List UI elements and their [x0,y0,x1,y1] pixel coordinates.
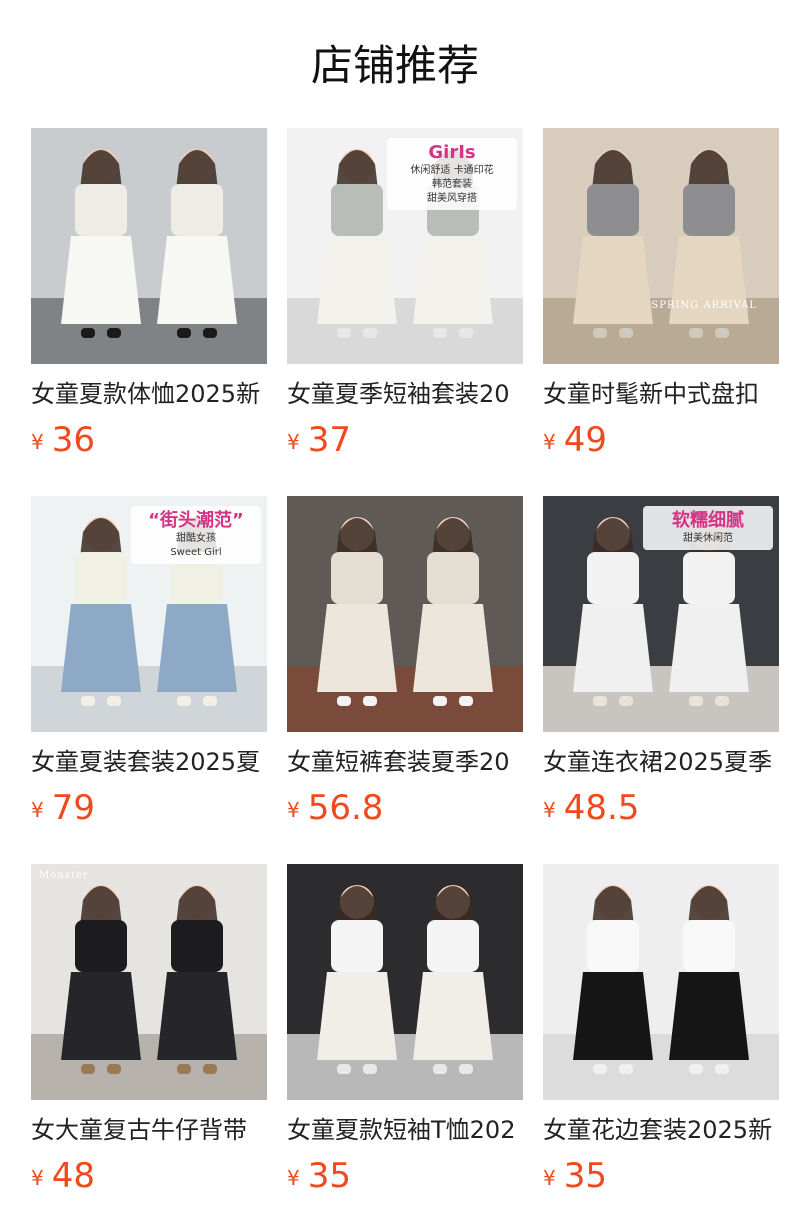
price-value: 35 [307,1156,351,1196]
currency-symbol: ¥ [543,430,556,454]
product-card[interactable]: SPRING ARRIVAL 女童时髦新中式盘扣 ¥49 [543,128,779,466]
product-price: ¥36 [31,420,267,466]
price-value: 79 [51,788,95,828]
product-price: ¥37 [287,420,523,466]
product-image[interactable]: SPRING ARRIVAL [543,128,779,364]
product-name[interactable]: 女童夏款体恤2025新 [31,378,267,410]
product-price: ¥35 [287,1156,523,1202]
currency-symbol: ¥ [287,1166,300,1190]
product-grid: 女童夏款体恤2025新 ¥36 GirIs 休闲舒适 卡通印花 韩范套装 甜美风穿搭 女童夏… [31,128,790,1218]
currency-symbol: ¥ [543,798,556,822]
product-card[interactable]: 女童短裤套装夏季20 ¥56.8 [287,496,523,834]
promo-banner: GirIs 休闲舒适 卡通印花 韩范套装甜美风穿搭 [387,138,517,210]
product-image[interactable] [31,128,267,364]
product-price: ¥56.8 [287,788,523,834]
price-value: 36 [51,420,95,460]
product-price: ¥48 [31,1156,267,1202]
product-name[interactable]: 女童夏款短袖T恤202 [287,1114,523,1146]
product-name[interactable]: 女童短裤套装夏季20 [287,746,523,778]
image-overlay-text: SPRING ARRIVAL [651,300,757,311]
promo-tag2: 甜美风穿搭 [427,193,477,204]
price-value: 37 [307,420,351,460]
price-value: 48.5 [563,788,640,828]
product-image[interactable]: Monster [31,864,267,1100]
promo-line2: Sweet Girl [170,547,222,558]
promo-line1: 甜美休闲范 [683,533,733,544]
currency-symbol: ¥ [287,430,300,454]
promo-title: GirIs [428,142,476,163]
product-price: ¥35 [543,1156,779,1202]
promo-line1: 休闲舒适 卡通印花 [410,165,494,176]
promo-line1: 甜酷女孩 [176,533,216,544]
product-card[interactable]: 女童花边套装2025新 ¥35 [543,864,779,1202]
product-image[interactable] [287,496,523,732]
product-image[interactable] [287,864,523,1100]
product-card[interactable]: GirIs 休闲舒适 卡通印花 韩范套装甜美风穿搭女童夏季短袖套装20 ¥37 [287,128,523,466]
promo-banner: “街头潮范” 甜酷女孩 Sweet Girl [131,506,261,564]
product-image[interactable]: 软糯细腻 甜美休闲范 [543,496,779,732]
product-name[interactable]: 女童夏装套装2025夏 [31,746,267,778]
promo-banner: 软糯细腻 甜美休闲范 [643,506,773,550]
product-card[interactable]: 软糯细腻甜美休闲范女童连衣裙2025夏季 ¥48.5 [543,496,779,834]
price-value: 56.8 [307,788,384,828]
product-name[interactable]: 女童花边套装2025新 [543,1114,779,1146]
price-value: 35 [563,1156,607,1196]
currency-symbol: ¥ [543,1166,556,1190]
product-name[interactable]: 女童夏季短袖套装20 [287,378,523,410]
product-card[interactable]: Monster 女大童复古牛仔背带 ¥48 [31,864,267,1202]
image-overlay-text: Monster [39,870,89,881]
promo-title: 软糯细腻 [672,510,744,531]
product-price: ¥79 [31,788,267,834]
product-price: ¥49 [543,420,779,466]
product-image[interactable] [543,864,779,1100]
promo-title: “街头潮范” [148,510,244,531]
product-card[interactable]: 女童夏款短袖T恤202 ¥35 [287,864,523,1202]
product-name[interactable]: 女童时髦新中式盘扣 [543,378,779,410]
product-card[interactable]: “街头潮范” 甜酷女孩 Sweet Girl 女童夏装套装2025夏 ¥79 [31,496,267,834]
product-price: ¥48.5 [543,788,779,834]
currency-symbol: ¥ [287,798,300,822]
product-image[interactable]: “街头潮范” 甜酷女孩 Sweet Girl [31,496,267,732]
page-title: 店铺推荐 [310,41,479,90]
product-name[interactable]: 女童连衣裙2025夏季 [543,746,779,778]
price-value: 49 [563,420,607,460]
price-value: 48 [51,1156,95,1196]
product-name[interactable]: 女大童复古牛仔背带 [31,1114,267,1146]
product-image[interactable]: GirIs 休闲舒适 卡通印花 韩范套装甜美风穿搭 [287,128,523,364]
promo-tag1: 韩范套装 [432,179,472,190]
currency-symbol: ¥ [31,430,44,454]
product-card[interactable]: 女童夏款体恤2025新 ¥36 [31,128,267,466]
currency-symbol: ¥ [31,798,44,822]
currency-symbol: ¥ [31,1166,44,1190]
